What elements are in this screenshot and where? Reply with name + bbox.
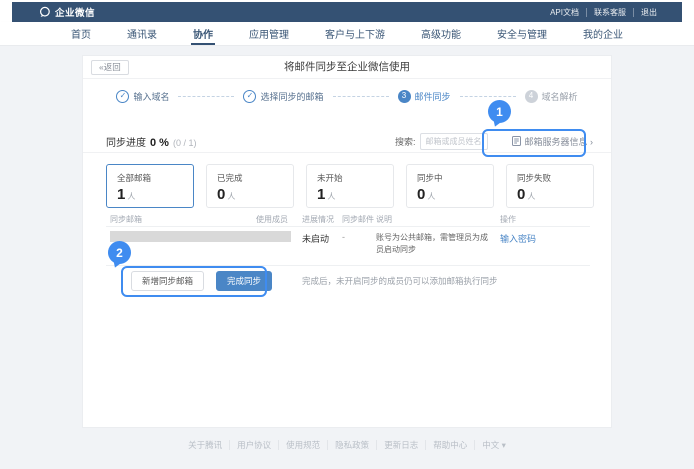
progress-count: (0 / 1) xyxy=(173,138,197,148)
footer-link-help-center[interactable]: 帮助中心 xyxy=(426,440,475,450)
enter-password-link[interactable]: 输入密码 xyxy=(500,234,536,244)
footer-link-about-tencent[interactable]: 关于腾讯 xyxy=(181,440,230,450)
check-icon: ✓ xyxy=(116,90,129,103)
step-connector xyxy=(460,96,516,97)
sync-progress: 同步进度 0 % (0 / 1) xyxy=(106,134,196,149)
stats-row: 全部邮箱 1人 已完成 0人 未开始 1人 同步中 0人 同步失败 0人 xyxy=(106,164,594,208)
topbar: 企业微信 API文档 联系客服 退出 xyxy=(12,2,682,22)
step-label: 邮件同步 xyxy=(415,90,451,103)
stat-card-all-mailboxes[interactable]: 全部邮箱 1人 xyxy=(106,164,194,208)
cell-status: 未启动 xyxy=(302,232,342,257)
redacted-email-cell xyxy=(110,231,291,242)
stat-label: 同步失败 xyxy=(517,172,583,184)
header-progress-status: 进展情况 xyxy=(302,214,342,225)
stat-card-syncing[interactable]: 同步中 0人 xyxy=(406,164,494,208)
divider xyxy=(83,152,611,153)
footer-link-usage-rules[interactable]: 使用规范 xyxy=(279,440,328,450)
card-header: «返回 将邮件同步至企业微信使用 xyxy=(83,56,611,79)
stat-value: 1人 xyxy=(117,187,183,202)
table-row: 未启动 - 账号为公共邮箱，需管理员为成员启动同步 输入密码 xyxy=(106,227,590,266)
stepper: ✓ 输入域名 ✓ 选择同步的邮箱 3 邮件同步 4 域名解析 xyxy=(83,88,611,104)
mailbox-table: 同步邮箱 使用成员 进展情况 同步邮件 说明 操作 未启动 - 账号为公共邮箱，… xyxy=(106,212,590,266)
step-label: 输入域名 xyxy=(133,90,169,103)
stat-value: 0人 xyxy=(517,187,583,202)
stat-card-not-started[interactable]: 未开始 1人 xyxy=(306,164,394,208)
progress-row: 同步进度 0 % (0 / 1) 搜索: 邮箱服务器信息 › xyxy=(106,128,593,154)
stat-value: 0人 xyxy=(217,187,283,202)
stat-card-completed[interactable]: 已完成 0人 xyxy=(206,164,294,208)
back-button[interactable]: «返回 xyxy=(91,60,129,75)
nav-item-my-enterprise[interactable]: 我的企业 xyxy=(583,22,623,45)
chat-bubble-icon xyxy=(38,6,51,19)
step-connector xyxy=(333,96,389,97)
check-icon: ✓ xyxy=(243,90,256,103)
stat-value: 0人 xyxy=(417,187,483,202)
step-number-icon: 4 xyxy=(525,90,538,103)
step-domain-resolution: 4 域名解析 xyxy=(525,90,578,103)
stat-unit: 人 xyxy=(327,192,335,201)
step-mail-sync: 3 邮件同步 xyxy=(398,90,451,103)
footer-link-changelog[interactable]: 更新日志 xyxy=(377,440,426,450)
step-enter-domain: ✓ 输入域名 xyxy=(116,90,169,103)
nav-item-security-management[interactable]: 安全与管理 xyxy=(497,22,547,45)
logout-link[interactable]: 退出 xyxy=(634,8,664,17)
document-icon xyxy=(512,136,521,146)
step-choose-mailboxes: ✓ 选择同步的邮箱 xyxy=(243,90,323,103)
main-nav: 首页 通讯录 协作 应用管理 客户与上下游 高级功能 安全与管理 我的企业 xyxy=(0,22,694,46)
nav-item-customers[interactable]: 客户与上下游 xyxy=(325,22,385,45)
nav-item-collaboration[interactable]: 协作 xyxy=(193,22,213,45)
progress-percent: 0 % xyxy=(150,137,169,149)
header-synced-mail: 同步邮件 xyxy=(342,214,376,225)
stat-label: 已完成 xyxy=(217,172,283,184)
page-title: 将邮件同步至企业微信使用 xyxy=(83,56,611,79)
step-label: 域名解析 xyxy=(542,90,578,103)
nav-item-app-management[interactable]: 应用管理 xyxy=(249,22,289,45)
nav-item-advanced-features[interactable]: 高级功能 xyxy=(421,22,461,45)
step-number-icon: 3 xyxy=(398,90,411,103)
header-action: 操作 xyxy=(500,214,590,225)
stat-label: 全部邮箱 xyxy=(117,172,183,184)
annotation-marker-1: 1 xyxy=(488,100,511,123)
stat-label: 同步中 xyxy=(417,172,483,184)
step-label: 选择同步的邮箱 xyxy=(260,90,323,103)
mail-server-info-label: 邮箱服务器信息 › xyxy=(525,135,594,148)
mail-server-info-link[interactable]: 邮箱服务器信息 › xyxy=(512,135,594,148)
stat-unit: 人 xyxy=(227,192,235,201)
cell-description: 账号为公共邮箱，需管理员为成员启动同步 xyxy=(376,232,500,257)
progress-label: 同步进度 xyxy=(106,134,146,149)
header-member: 使用成员 xyxy=(256,214,302,225)
table-header: 同步邮箱 使用成员 进展情况 同步邮件 说明 操作 xyxy=(106,212,590,227)
api-docs-link[interactable]: API文档 xyxy=(543,8,587,17)
nav-item-contacts[interactable]: 通讯录 xyxy=(127,22,157,45)
contact-support-link[interactable]: 联系客服 xyxy=(587,8,634,17)
footer: 关于腾讯用户协议使用规范隐私政策更新日志帮助中心中文 ▾ xyxy=(0,439,694,451)
stat-unit: 人 xyxy=(127,192,135,201)
language-selector[interactable]: 中文 ▾ xyxy=(475,440,513,450)
add-sync-mailbox-button[interactable]: 新增同步邮箱 xyxy=(131,271,204,291)
footer-link-user-agreement[interactable]: 用户协议 xyxy=(230,440,279,450)
stat-label: 未开始 xyxy=(317,172,383,184)
actions-hint: 完成后，未开启同步的成员仍可以添加邮箱执行同步 xyxy=(302,275,498,287)
cell-synced-mail: - xyxy=(342,232,376,257)
mail-sync-card: «返回 将邮件同步至企业微信使用 ✓ 输入域名 ✓ 选择同步的邮箱 3 邮件同步… xyxy=(82,55,612,428)
search-input[interactable] xyxy=(420,133,488,150)
stat-value: 1人 xyxy=(317,187,383,202)
progress-right: 搜索: 邮箱服务器信息 › xyxy=(395,133,593,150)
step-connector xyxy=(178,96,234,97)
wework-logo: 企业微信 xyxy=(38,5,95,19)
topbar-links: API文档 联系客服 退出 xyxy=(543,8,664,17)
stat-unit: 人 xyxy=(527,192,535,201)
annotation-marker-2: 2 xyxy=(108,241,131,264)
header-sync-mailbox: 同步邮箱 xyxy=(106,214,256,225)
logo-text: 企业微信 xyxy=(55,5,95,19)
footer-link-privacy-policy[interactable]: 隐私政策 xyxy=(328,440,377,450)
nav-item-home[interactable]: 首页 xyxy=(71,22,91,45)
stat-card-sync-failed[interactable]: 同步失败 0人 xyxy=(506,164,594,208)
search-label: 搜索: xyxy=(395,135,416,148)
finish-sync-button[interactable]: 完成同步 xyxy=(216,271,272,291)
actions-row: 新增同步邮箱 完成同步 完成后，未开启同步的成员仍可以添加邮箱执行同步 xyxy=(131,271,498,291)
header-description: 说明 xyxy=(376,214,500,225)
stat-unit: 人 xyxy=(427,192,435,201)
